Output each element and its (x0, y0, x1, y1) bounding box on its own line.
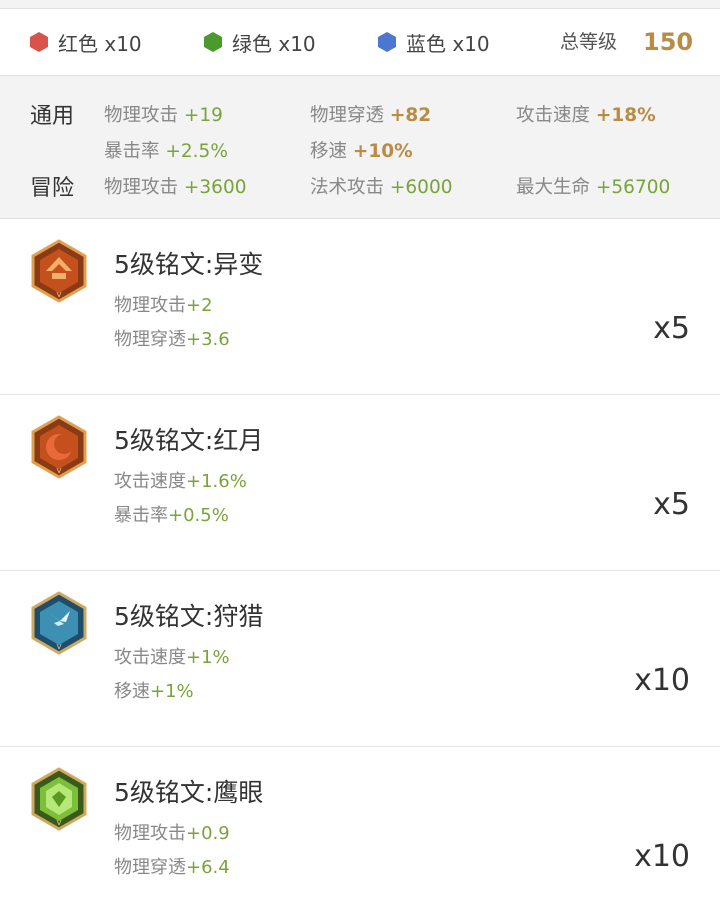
rune-count: x5 (653, 311, 690, 346)
rune-title: 5级铭文:狩猎 (114, 602, 264, 631)
general-stat: 攻击速度 +18% (516, 105, 656, 126)
blue-hexagon-icon (378, 32, 396, 52)
adventure-category-label: 冒险 (30, 176, 75, 201)
svg-text:V: V (57, 467, 62, 475)
rune-row-red-moon[interactable]: V 5级铭文:红月 攻击速度+1.6% 暴击率+0.5% x5 (0, 395, 720, 571)
svg-text:V: V (57, 819, 62, 827)
red-hexagon-icon (30, 32, 48, 52)
rune-stat: 物理攻击+0.9 (114, 823, 230, 844)
total-level-label: 总等级 (560, 31, 618, 53)
rune-stat: 移速+1% (114, 681, 194, 702)
top-divider (0, 0, 720, 9)
blue-count: 蓝色 x10 (376, 9, 490, 75)
green-count: 绿色 x10 (202, 9, 316, 75)
rune-row-hawk-eye[interactable]: V 5级铭文:鹰眼 物理攻击+0.9 物理穿透+6.4 x10 (0, 747, 720, 922)
rune-count: x5 (653, 487, 690, 522)
red-count-label: 红色 x10 (58, 31, 142, 56)
general-stat: 移速 +10% (310, 141, 413, 162)
rune-row-mutation[interactable]: V 5级铭文:异变 物理攻击+2 物理穿透+3.6 x5 (0, 219, 720, 395)
general-stat: 物理攻击 +19 (104, 105, 223, 126)
rune-title: 5级铭文:鹰眼 (114, 778, 264, 807)
blue-count-label: 蓝色 x10 (406, 31, 490, 56)
green-hexagon-icon (204, 32, 222, 52)
rune-mutation-icon: V (31, 239, 87, 303)
rune-count: x10 (634, 663, 690, 698)
general-stat: 暴击率 +2.5% (104, 141, 228, 162)
general-category-label: 通用 (30, 104, 75, 129)
rune-color-summary: 红色 x10 绿色 x10 蓝色 x10 总等级 150 (0, 9, 720, 76)
rune-stat: 暴击率+0.5% (114, 505, 229, 526)
svg-text:V: V (57, 291, 62, 299)
green-count-label: 绿色 x10 (232, 31, 316, 56)
adventure-stat: 最大生命 +56700 (516, 177, 671, 198)
adventure-stat: 物理攻击 +3600 (104, 177, 247, 198)
stat-bonus-panel: 通用 物理攻击 +19 物理穿透 +82 攻击速度 +18% 暴击率 +2.5%… (0, 76, 720, 219)
total-level-value: 150 (643, 28, 694, 56)
svg-text:V: V (57, 643, 62, 651)
rune-hunt-icon: V (31, 591, 87, 655)
rune-count: x10 (634, 839, 690, 874)
rune-row-hunt[interactable]: V 5级铭文:狩猎 攻击速度+1% 移速+1% x10 (0, 571, 720, 747)
rune-red-moon-icon: V (31, 415, 87, 479)
rune-stat: 攻击速度+1% (114, 647, 230, 668)
rune-stat: 物理穿透+6.4 (114, 857, 230, 878)
rune-title: 5级铭文:红月 (114, 426, 264, 455)
rune-stat: 物理穿透+3.6 (114, 329, 230, 350)
rune-title: 5级铭文:异变 (114, 250, 264, 279)
adventure-stat: 法术攻击 +6000 (310, 177, 453, 198)
rune-stat: 攻击速度+1.6% (114, 471, 247, 492)
rune-hawk-eye-icon: V (31, 767, 87, 831)
rune-stat: 物理攻击+2 (114, 295, 213, 316)
general-stat: 物理穿透 +82 (310, 105, 432, 126)
red-count: 红色 x10 (28, 9, 142, 75)
